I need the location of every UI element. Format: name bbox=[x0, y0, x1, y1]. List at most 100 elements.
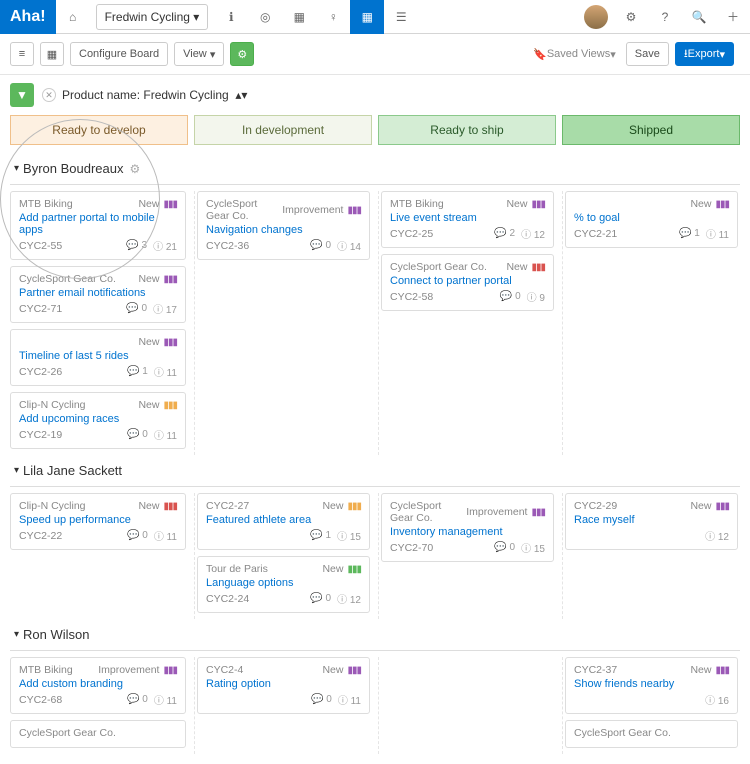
chevron-down-icon[interactable]: ▾ bbox=[14, 629, 19, 640]
column-slot: CYC2-27New▮▮▮Featured athlete area💬 1ⓘ 1… bbox=[194, 493, 372, 619]
priority-icon: ▮▮▮ bbox=[531, 262, 545, 273]
card-status: New bbox=[690, 500, 711, 512]
priority-icon: ▮▮▮ bbox=[347, 665, 361, 676]
card[interactable]: CycleSport Gear Co.Improvement▮▮▮Navigat… bbox=[197, 191, 370, 260]
column-slot bbox=[378, 657, 556, 754]
grid-icon[interactable]: ▦ bbox=[350, 0, 384, 34]
column-slot: CYC2-29New▮▮▮Race myselfⓘ 12 bbox=[562, 493, 740, 619]
save-button[interactable]: Save bbox=[626, 42, 669, 66]
gear-icon[interactable]: ⚙ bbox=[614, 0, 648, 34]
idea-icon[interactable]: ♀ bbox=[316, 0, 350, 34]
swimlane-header[interactable]: ▾ Byron Boudreaux ⚙ bbox=[10, 153, 740, 184]
card-title[interactable]: Speed up performance bbox=[19, 514, 177, 526]
swimlane-name: Byron Boudreaux bbox=[23, 161, 123, 176]
chevron-down-icon[interactable]: ▾ bbox=[14, 465, 19, 476]
column-slot: MTB BikingNew▮▮▮Add partner portal to mo… bbox=[10, 191, 188, 455]
plus-icon[interactable]: ＋ bbox=[716, 0, 750, 34]
card-product: MTB Biking bbox=[390, 198, 444, 210]
saved-views-button[interactable]: 🔖 Saved Views ▾ bbox=[533, 48, 616, 61]
card-title[interactable]: Language options bbox=[206, 577, 361, 589]
card-title[interactable]: Connect to partner portal bbox=[390, 275, 545, 287]
card[interactable]: CYC2-4New▮▮▮Rating option💬 0ⓘ 11 bbox=[197, 657, 370, 714]
card-title[interactable]: Race myself bbox=[574, 514, 729, 526]
card-title[interactable]: % to goal bbox=[574, 212, 729, 224]
column-slot: CYC2-4New▮▮▮Rating option💬 0ⓘ 11 bbox=[194, 657, 372, 754]
column-header[interactable]: Ready to develop bbox=[10, 115, 188, 145]
filter-chip-close[interactable]: ✕ bbox=[42, 88, 56, 102]
collapse-icon[interactable]: ≡ bbox=[10, 42, 34, 66]
card[interactable]: Clip-N CyclingNew▮▮▮Speed up performance… bbox=[10, 493, 186, 550]
card-title[interactable]: Timeline of last 5 rides bbox=[19, 350, 177, 362]
comment-count: 💬 1 bbox=[310, 530, 331, 541]
card-title[interactable]: Navigation changes bbox=[206, 224, 361, 236]
card-title[interactable]: Inventory management bbox=[390, 526, 545, 538]
card-title[interactable]: Add upcoming races bbox=[19, 413, 177, 425]
card[interactable]: Tour de ParisNew▮▮▮Language optionsCYC2-… bbox=[197, 556, 370, 613]
card[interactable]: CycleSport Gear Co. bbox=[565, 720, 738, 748]
info-count: ⓘ 11 bbox=[154, 364, 177, 379]
grid-view-icon[interactable]: ▦ bbox=[40, 42, 64, 66]
column-header[interactable]: Shipped bbox=[562, 115, 740, 145]
add-button[interactable]: ⚙ bbox=[230, 42, 254, 66]
gear-icon[interactable]: ⚙ bbox=[129, 162, 140, 176]
column-slot: CycleSport Gear Co.Improvement▮▮▮Navigat… bbox=[194, 191, 372, 455]
card-id: CYC2-58 bbox=[390, 291, 433, 303]
filter-chip[interactable]: ✕ Product name: Fredwin Cycling ▴▾ bbox=[42, 88, 247, 102]
chevron-down-icon[interactable]: ▾ bbox=[14, 163, 19, 174]
card-id: CYC2-21 bbox=[574, 228, 617, 240]
card-status: New bbox=[138, 500, 159, 512]
product-selector[interactable]: Fredwin Cycling ▾ bbox=[96, 4, 209, 30]
card-status: Improvement bbox=[98, 664, 159, 676]
swimlane-header[interactable]: ▾Lila Jane Sackett bbox=[10, 455, 740, 486]
card[interactable]: Clip-N CyclingNew▮▮▮Add upcoming racesCY… bbox=[10, 392, 186, 449]
column-slot: CycleSport Gear Co.Improvement▮▮▮Invento… bbox=[378, 493, 556, 619]
card[interactable]: CYC2-29New▮▮▮Race myselfⓘ 12 bbox=[565, 493, 738, 550]
card-title[interactable]: Partner email notifications bbox=[19, 287, 177, 299]
avatar[interactable] bbox=[584, 5, 608, 29]
column-header[interactable]: Ready to ship bbox=[378, 115, 556, 145]
product-selector-label: Fredwin Cycling bbox=[105, 10, 190, 24]
card-title[interactable]: Rating option bbox=[206, 678, 361, 690]
comment-count: 💬 3 bbox=[126, 240, 147, 251]
view-button[interactable]: View ▾ bbox=[174, 42, 224, 66]
search-icon[interactable]: 🔍 bbox=[682, 0, 716, 34]
card-title[interactable]: Show friends nearby bbox=[574, 678, 729, 690]
card[interactable]: CycleSport Gear Co.Improvement▮▮▮Invento… bbox=[381, 493, 554, 562]
card[interactable]: New▮▮▮% to goalCYC2-21💬 1ⓘ 11 bbox=[565, 191, 738, 248]
card-status: Improvement bbox=[466, 506, 527, 518]
card[interactable]: CYC2-27New▮▮▮Featured athlete area💬 1ⓘ 1… bbox=[197, 493, 370, 550]
configure-board-button[interactable]: Configure Board bbox=[70, 42, 168, 66]
swimlane-header[interactable]: ▾Ron Wilson bbox=[10, 619, 740, 650]
calendar-icon[interactable]: ▦ bbox=[282, 0, 316, 34]
card[interactable]: MTB BikingImprovement▮▮▮Add custom brand… bbox=[10, 657, 186, 714]
comment-count: 💬 0 bbox=[127, 694, 148, 705]
card[interactable]: CycleSport Gear Co. bbox=[10, 720, 186, 748]
card[interactable]: New▮▮▮Timeline of last 5 ridesCYC2-26💬 1… bbox=[10, 329, 186, 386]
card-title[interactable]: Featured athlete area bbox=[206, 514, 361, 526]
card-status: New bbox=[138, 273, 159, 285]
card[interactable]: MTB BikingNew▮▮▮Live event streamCYC2-25… bbox=[381, 191, 554, 248]
target-icon[interactable]: ◎ bbox=[248, 0, 282, 34]
export-button[interactable]: ⭳ Export ▾ bbox=[675, 42, 734, 66]
card-title[interactable]: Live event stream bbox=[390, 212, 545, 224]
card-title[interactable]: Add custom branding bbox=[19, 678, 177, 690]
priority-icon: ▮▮▮ bbox=[163, 501, 177, 512]
info-count: ⓘ 12 bbox=[705, 528, 729, 543]
card[interactable]: CYC2-37New▮▮▮Show friends nearbyⓘ 16 bbox=[565, 657, 738, 714]
comment-count: 💬 0 bbox=[127, 530, 148, 541]
home-icon[interactable]: ⌂ bbox=[56, 0, 90, 34]
comment-count: 💬 0 bbox=[126, 303, 147, 314]
card-id: CYC2-26 bbox=[19, 366, 62, 378]
info-icon[interactable]: ℹ bbox=[214, 0, 248, 34]
card-title[interactable]: Add partner portal to mobile apps bbox=[19, 212, 177, 236]
filter-icon[interactable]: ▼ bbox=[10, 83, 34, 107]
card[interactable]: MTB BikingNew▮▮▮Add partner portal to mo… bbox=[10, 191, 186, 260]
card[interactable]: CycleSport Gear Co.New▮▮▮Partner email n… bbox=[10, 266, 186, 323]
column-header[interactable]: In development bbox=[194, 115, 372, 145]
card[interactable]: CycleSport Gear Co.New▮▮▮Connect to part… bbox=[381, 254, 554, 311]
card-id: CYC2-22 bbox=[19, 530, 62, 542]
priority-icon: ▮▮▮ bbox=[347, 205, 361, 216]
logo[interactable]: Aha! bbox=[0, 0, 56, 34]
help-icon[interactable]: ? bbox=[648, 0, 682, 34]
list-icon[interactable]: ☰ bbox=[384, 0, 418, 34]
